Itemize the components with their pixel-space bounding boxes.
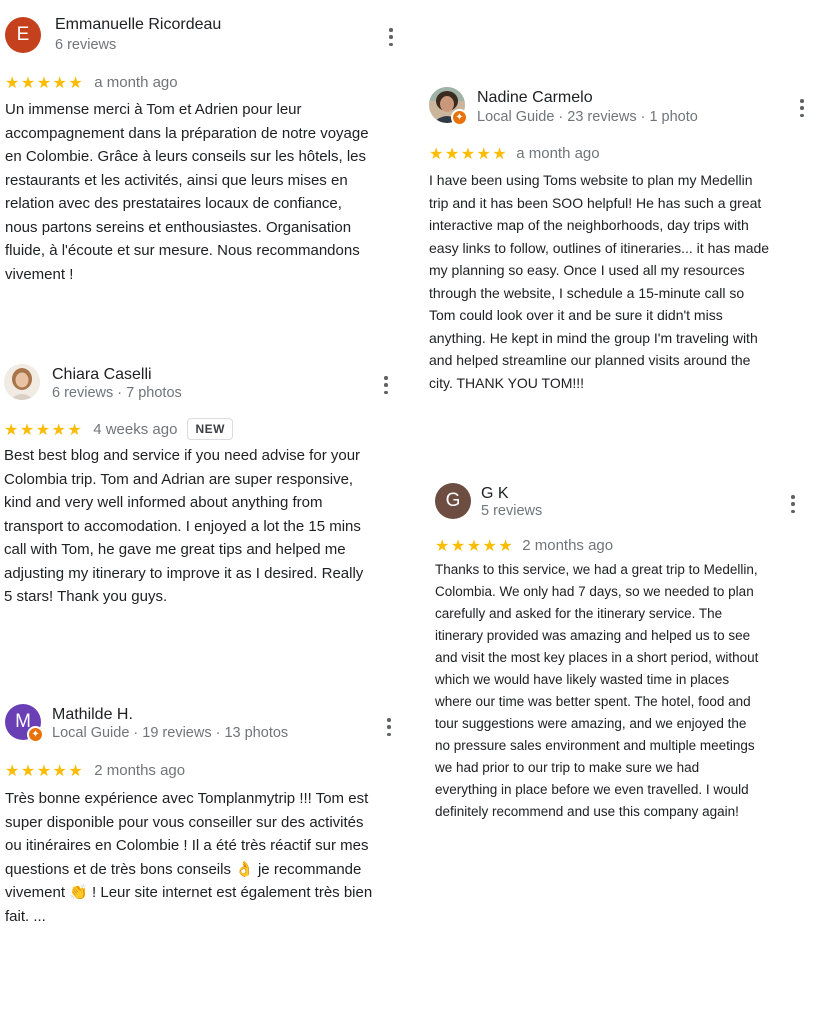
review-date: 2 months ago (94, 762, 186, 779)
rating-row: ★★★★★ 4 weeks ago NEW (4, 418, 233, 440)
local-guide-badge-icon: ✦ (451, 109, 468, 126)
star-rating: ★★★★★ (429, 144, 509, 163)
avatar[interactable] (4, 364, 40, 400)
star-rating: ★★★★★ (435, 536, 515, 555)
review-text: Un immense merci à Tom et Adrien pour le… (5, 101, 369, 283)
avatar[interactable]: ✦ (429, 87, 468, 126)
avatar[interactable]: M ✦ (5, 704, 44, 743)
reviewer-meta[interactable]: Local Guide · 23 reviews · 1 photo (477, 109, 698, 125)
more-options-icon[interactable] (796, 97, 808, 119)
review-date: a month ago (94, 74, 178, 91)
review-text: Best best blog and service if you need a… (4, 447, 364, 605)
star-rating: ★★★★★ (5, 73, 85, 92)
review-card-mathilde: M ✦ Mathilde H. Local Guide · 19 reviews… (5, 704, 405, 934)
rating-row: ★★★★★ 2 months ago (5, 761, 185, 780)
review-card-gk: G G K 5 reviews ★★★★★ 2 months ago Thank… (435, 483, 810, 828)
review-date: 2 months ago (522, 537, 614, 554)
review-card-nadine: ✦ Nadine Carmelo Local Guide · 23 review… (429, 87, 814, 397)
star-rating: ★★★★★ (4, 419, 84, 439)
new-badge: NEW (187, 418, 233, 440)
avatar[interactable]: E (5, 17, 41, 53)
more-options-icon[interactable] (787, 493, 799, 515)
more-options-icon[interactable] (383, 716, 395, 738)
avatar-initial: E (16, 24, 30, 45)
review-text: Thanks to this service, we had a great t… (435, 562, 759, 819)
reviewer-meta[interactable]: 5 reviews (481, 503, 542, 519)
reviewer-meta[interactable]: Local Guide · 19 reviews · 13 photos (52, 725, 288, 741)
review-text: Très bonne expérience avec Tomplanmytrip… (5, 790, 373, 925)
reviewer-name[interactable]: G K (481, 485, 509, 503)
review-card-chiara: Chiara Caselli 6 reviews · 7 photos ★★★★… (4, 364, 404, 614)
avatar-initial: G (445, 490, 461, 511)
review-date: a month ago (516, 145, 600, 162)
rating-row: ★★★★★ a month ago (429, 144, 600, 163)
reviewer-name[interactable]: Mathilde H. (52, 706, 133, 724)
avatar[interactable]: G (435, 483, 471, 519)
local-guide-badge-icon: ✦ (27, 726, 44, 743)
rating-row: ★★★★★ 2 months ago (435, 536, 613, 555)
reviewer-name[interactable]: Chiara Caselli (52, 366, 152, 384)
profile-photo-icon (4, 364, 40, 400)
reviewer-name[interactable]: Emmanuelle Ricordeau (55, 16, 221, 34)
reviewer-meta[interactable]: 6 reviews (55, 37, 116, 53)
reviewer-name[interactable]: Nadine Carmelo (477, 89, 593, 107)
star-rating: ★★★★★ (5, 761, 85, 780)
more-options-icon[interactable] (380, 374, 392, 396)
reviewer-meta[interactable]: 6 reviews · 7 photos (52, 385, 182, 401)
rating-row: ★★★★★ a month ago (5, 73, 178, 92)
more-options-icon[interactable] (385, 26, 397, 48)
review-date: 4 weeks ago (93, 420, 178, 438)
review-card-emmanuelle: E Emmanuelle Ricordeau 6 reviews ★★★★★ a… (5, 14, 405, 294)
review-text: I have been using Toms website to plan m… (429, 172, 770, 391)
